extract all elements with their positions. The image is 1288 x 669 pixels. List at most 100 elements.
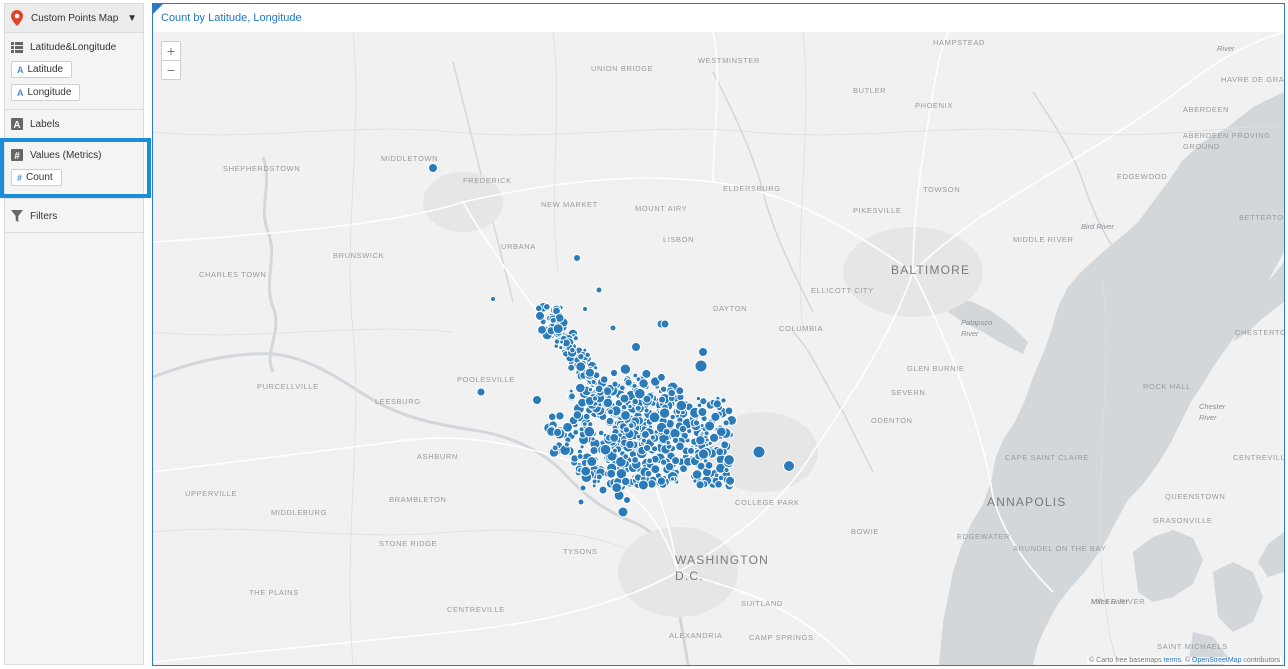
map-point[interactable] — [567, 363, 576, 372]
map-point[interactable] — [631, 456, 640, 464]
map-point[interactable] — [609, 368, 619, 378]
map-point[interactable] — [725, 475, 736, 486]
map-point[interactable] — [697, 407, 708, 417]
map-point[interactable] — [591, 395, 599, 402]
map-point[interactable] — [428, 163, 438, 173]
map-point[interactable] — [595, 286, 603, 294]
map-point[interactable] — [624, 378, 633, 387]
map-point[interactable] — [591, 483, 597, 489]
map-point[interactable] — [691, 469, 703, 480]
map-point[interactable] — [620, 476, 631, 487]
map-point[interactable] — [617, 506, 629, 518]
map-point[interactable] — [631, 397, 640, 406]
map-point[interactable] — [660, 319, 670, 329]
map-point[interactable] — [577, 352, 585, 361]
map-point[interactable] — [549, 316, 557, 324]
filters-section-header[interactable]: Filters — [11, 208, 137, 224]
map-point[interactable] — [627, 403, 633, 410]
map-point[interactable] — [634, 404, 642, 412]
map-point[interactable] — [698, 347, 708, 357]
map-point[interactable] — [578, 426, 585, 433]
map-point[interactable] — [715, 447, 725, 457]
map-point[interactable] — [559, 339, 565, 345]
map-point[interactable] — [476, 387, 486, 397]
map-point[interactable] — [577, 498, 585, 506]
map-point[interactable] — [543, 303, 551, 311]
map-point[interactable] — [569, 346, 576, 354]
map-point[interactable] — [704, 461, 714, 470]
map-point[interactable] — [658, 395, 667, 404]
map-point[interactable] — [611, 380, 619, 388]
map-point[interactable] — [660, 458, 668, 466]
values-section-header[interactable]: # Values (Metrics) — [11, 147, 137, 163]
map-point[interactable] — [547, 412, 557, 422]
map-point[interactable] — [595, 473, 603, 481]
map-point[interactable] — [609, 433, 620, 443]
map-point[interactable] — [575, 382, 586, 394]
map-point[interactable] — [713, 472, 720, 479]
map-point[interactable] — [657, 372, 666, 382]
map-point[interactable] — [665, 439, 672, 446]
map-point[interactable] — [662, 427, 671, 436]
map-point[interactable] — [697, 448, 710, 460]
map-point[interactable] — [552, 323, 564, 335]
map-point[interactable] — [687, 446, 695, 455]
map-point[interactable] — [710, 411, 721, 422]
latitude-field-pill[interactable]: A Latitude — [11, 61, 73, 78]
map-point[interactable] — [637, 479, 649, 491]
map-point[interactable] — [646, 457, 654, 465]
map-point[interactable] — [712, 399, 722, 409]
map-point[interactable] — [620, 410, 631, 421]
map-point[interactable] — [720, 440, 730, 450]
map-point[interactable] — [623, 496, 631, 504]
map-point[interactable] — [667, 388, 677, 398]
map-point[interactable] — [752, 445, 766, 459]
map-point[interactable] — [704, 420, 716, 432]
map-point[interactable] — [611, 447, 618, 454]
map-point[interactable] — [590, 378, 597, 386]
latlng-section-header[interactable]: Latitude&Longitude — [11, 39, 137, 55]
map-point[interactable] — [568, 392, 576, 401]
map-point[interactable] — [622, 426, 631, 434]
map-point[interactable] — [709, 432, 720, 443]
map-point[interactable] — [589, 445, 599, 456]
map-point[interactable] — [535, 304, 543, 313]
map-point[interactable] — [579, 444, 585, 450]
map-point[interactable] — [669, 413, 676, 421]
map-point[interactable] — [606, 468, 617, 479]
map-point[interactable] — [563, 441, 570, 448]
map-point[interactable] — [535, 310, 545, 321]
map-point[interactable] — [587, 386, 594, 393]
map-point[interactable] — [694, 359, 708, 373]
map-point[interactable] — [599, 443, 612, 456]
map-point[interactable] — [622, 453, 630, 461]
map-point[interactable] — [584, 367, 595, 378]
map-point[interactable] — [625, 439, 635, 450]
map-point[interactable] — [490, 296, 496, 302]
zoom-out-button[interactable]: − — [162, 60, 180, 79]
map-point[interactable] — [573, 254, 581, 262]
map-point[interactable] — [640, 430, 650, 439]
map-point[interactable] — [649, 434, 656, 441]
attribution-osm-link[interactable]: OpenStreetMap — [1192, 657, 1241, 664]
map-point[interactable] — [562, 421, 574, 433]
map-point[interactable] — [572, 335, 579, 342]
map-point[interactable] — [607, 408, 615, 416]
map-point[interactable] — [723, 454, 735, 466]
chart-type-dropdown[interactable]: Custom Points Map ▼ — [5, 4, 143, 33]
map-point[interactable] — [572, 410, 583, 420]
map-point[interactable] — [644, 469, 653, 478]
attribution-terms-link[interactable]: terms — [1164, 657, 1182, 664]
map-canvas[interactable]: HAMPSTEAD WESTMINSTER UNION BRIDGE BUTLER PH… — [153, 31, 1284, 665]
map-point[interactable] — [582, 347, 588, 353]
map-point[interactable] — [678, 424, 688, 434]
map-point[interactable] — [580, 465, 592, 477]
map-point[interactable] — [555, 411, 565, 421]
map-point[interactable] — [638, 378, 649, 389]
zoom-in-button[interactable]: + — [162, 42, 180, 60]
map-point[interactable] — [553, 427, 563, 437]
map-point[interactable] — [558, 345, 564, 351]
map-point[interactable] — [675, 386, 685, 396]
longitude-field-pill[interactable]: A Longitude — [11, 84, 81, 101]
map-point[interactable] — [658, 407, 671, 419]
